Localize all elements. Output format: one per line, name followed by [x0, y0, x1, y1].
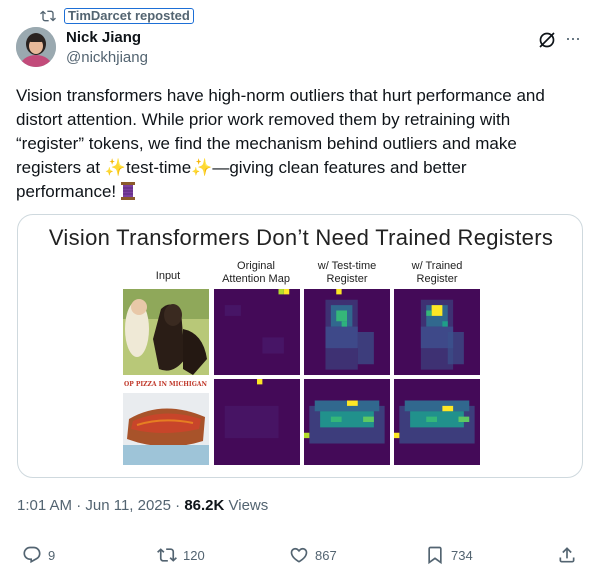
- tweet-fragment: test-time: [125, 158, 192, 177]
- author-name[interactable]: Nick Jiang: [66, 29, 141, 46]
- column-header-input: Input: [155, 270, 181, 282]
- heatmap-test-time-dog: [304, 289, 390, 375]
- heatmap-test-time-pizza: [304, 379, 390, 465]
- repost-button[interactable]: 120: [157, 545, 205, 565]
- share-icon: [559, 547, 575, 563]
- author-handle[interactable]: @nickhjiang: [66, 49, 148, 66]
- header-line: Register: [326, 273, 368, 285]
- pizza-sign-text: OP PIZZA IN MICHIGAN: [124, 381, 208, 388]
- tweet-fragment: —giving clean features and better: [212, 158, 467, 177]
- heatmap-trained-dog: [394, 289, 480, 375]
- figure-title: Vision Transformers Don’t Need Trained R…: [48, 225, 554, 250]
- like-button[interactable]: 867: [289, 545, 337, 565]
- repost-header[interactable]: TimDarcet reposted: [40, 8, 194, 24]
- share-button[interactable]: [557, 545, 577, 565]
- views-label: Views: [224, 497, 269, 514]
- bookmark-button[interactable]: 734: [425, 545, 473, 565]
- reply-button[interactable]: 9: [22, 545, 55, 565]
- repost-count: 120: [183, 547, 205, 563]
- more-options-icon[interactable]: ···: [565, 29, 583, 50]
- repost-icon: [40, 10, 56, 22]
- header-line: w/ Trained: [411, 260, 463, 272]
- header-line: w/ Test-time: [317, 260, 377, 272]
- tweet-text: Vision transformers have high-norm outli…: [16, 84, 584, 204]
- reply-count: 9: [48, 547, 56, 563]
- heatmap-trained-pizza: [394, 379, 480, 465]
- repost-icon: [157, 548, 177, 562]
- tweet-metadata: 1:01 AM · Jun 11, 2025 · 86.2K Views: [17, 497, 268, 514]
- bookmark-count: 734: [451, 547, 473, 563]
- column-header-test-time: w/ Test-time Register: [304, 260, 390, 286]
- header-line: Attention Map: [222, 273, 290, 285]
- action-bar: 9 120 867 734: [0, 545, 599, 569]
- input-image-dog: [123, 289, 209, 375]
- like-count: 867: [315, 547, 337, 563]
- media-image[interactable]: Vision Transformers Don’t Need Trained R…: [17, 214, 583, 478]
- tweet-line: registers at ✨test-time✨—giving clean fe…: [16, 156, 584, 180]
- tweet-fragment: registers at: [16, 158, 105, 177]
- tweet-line: “register” tokens, we find the mechanism…: [16, 134, 517, 153]
- tweet-line: performance!: [16, 180, 584, 204]
- reply-icon: [23, 546, 41, 564]
- header-line: Register: [416, 273, 458, 285]
- column-header-original: Original Attention Map: [213, 260, 299, 286]
- header-line: Original: [237, 260, 275, 272]
- sparkles-emoji: ✨: [104, 158, 126, 177]
- grok-icon[interactable]: [537, 30, 557, 50]
- input-image-pizza: OP PIZZA IN MICHIGAN: [123, 379, 209, 465]
- view-count: 86.2K: [184, 497, 225, 514]
- bookmark-icon: [428, 546, 442, 565]
- tweet-fragment: performance!: [16, 182, 121, 201]
- heatmap-original-dog: [214, 289, 300, 375]
- heart-icon: [290, 547, 308, 563]
- thread-spool-icon: [120, 182, 135, 200]
- timestamp[interactable]: 1:01 AM · Jun 11, 2025 ·: [17, 497, 184, 514]
- column-header-trained: w/ Trained Register: [394, 260, 480, 286]
- avatar[interactable]: [16, 27, 56, 67]
- tweet-line: Vision transformers have high-norm outli…: [16, 86, 545, 105]
- repost-label[interactable]: TimDarcet reposted: [64, 8, 194, 24]
- avatar-image: [16, 27, 56, 67]
- tweet-line: distort attention. While prior work remo…: [16, 110, 511, 129]
- sparkles-emoji: ✨: [191, 158, 213, 177]
- heatmap-original-pizza: [214, 379, 300, 465]
